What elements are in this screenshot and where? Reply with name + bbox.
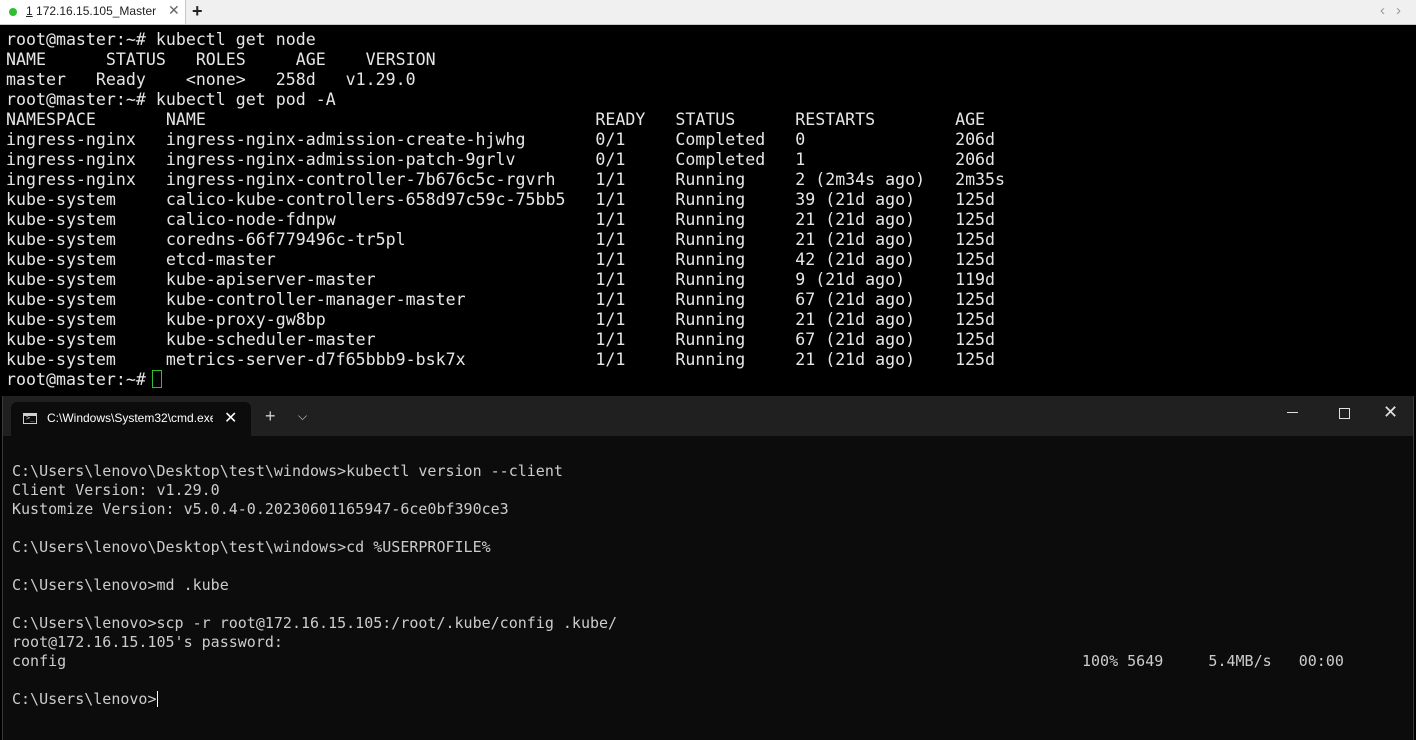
tab-label: 1 172.16.15.105_Master bbox=[26, 4, 157, 18]
terminal-line: Client Version: v1.29.0 bbox=[12, 481, 220, 499]
shell-prompt: C:\Users\lenovo> bbox=[12, 690, 157, 708]
terminal-line: root@master:~# kubectl get pod -A bbox=[6, 90, 336, 109]
terminal-line: C:\Users\lenovo>scp -r root@172.16.15.10… bbox=[12, 614, 618, 632]
connected-status-icon bbox=[9, 8, 17, 16]
cmd-terminal-output[interactable]: C:\Users\lenovo\Desktop\test\windows>kub… bbox=[3, 436, 1413, 740]
ssh-tab-bar: 1 172.16.15.105_Master ✕ + ‹ › bbox=[0, 0, 1416, 25]
terminal-line: kube-system calico-node-fdnpw 1/1 Runnin… bbox=[6, 210, 996, 229]
chevron-down-icon[interactable]: ⌵ bbox=[298, 409, 307, 424]
terminal-line: kube-system coredns-66f779496c-tr5pl 1/1… bbox=[6, 230, 996, 249]
terminal-line: root@172.16.15.105's password: bbox=[12, 633, 283, 651]
close-window-button[interactable]: ✕ bbox=[1383, 402, 1398, 423]
ssh-terminal-output[interactable]: root@master:~# kubectl get node NAME STA… bbox=[0, 25, 1416, 395]
console-icon: >_ bbox=[23, 413, 37, 424]
cmd-window: >_ C:\Windows\System32\cmd.exe ✕ + ⌵ ✕ C… bbox=[2, 396, 1414, 740]
terminal-line: NAME STATUS ROLES AGE VERSION bbox=[6, 50, 436, 69]
chevron-right-icon[interactable]: › bbox=[1396, 2, 1401, 19]
terminal-prompt-line[interactable]: C:\Users\lenovo> bbox=[12, 690, 158, 709]
terminal-cursor bbox=[156, 691, 158, 707]
terminal-cursor bbox=[151, 370, 162, 388]
tab-ssh-master[interactable]: 1 172.16.15.105_Master ✕ bbox=[0, 0, 186, 24]
terminal-line: C:\Users\lenovo>md .kube bbox=[12, 576, 229, 594]
terminal-line: ingress-nginx ingress-nginx-admission-pa… bbox=[6, 150, 996, 169]
chevron-left-icon[interactable]: ‹ bbox=[1380, 2, 1385, 19]
terminal-line: kube-system kube-proxy-gw8bp 1/1 Running… bbox=[6, 310, 996, 329]
scp-transfer-stats: 100% 5649 5.4MB/s 00:00 bbox=[1082, 652, 1344, 670]
terminal-line: kube-system etcd-master 1/1 Running 42 (… bbox=[6, 250, 996, 269]
terminal-prompt-line[interactable]: root@master:~# bbox=[6, 370, 162, 390]
tab-cmd[interactable]: >_ C:\Windows\System32\cmd.exe ✕ bbox=[11, 402, 251, 436]
maximize-button[interactable] bbox=[1339, 408, 1350, 419]
terminal-line: kube-system calico-kube-controllers-658d… bbox=[6, 190, 996, 209]
close-icon[interactable]: ✕ bbox=[168, 2, 180, 19]
terminal-line: ingress-nginx ingress-nginx-admission-cr… bbox=[6, 130, 996, 149]
shell-prompt: root@master:~# bbox=[6, 370, 146, 389]
terminal-line: kube-system kube-controller-manager-mast… bbox=[6, 290, 996, 309]
terminal-line: Kustomize Version: v5.0.4-0.202306011659… bbox=[12, 500, 509, 518]
cmd-title-bar[interactable]: >_ C:\Windows\System32\cmd.exe ✕ + ⌵ ✕ bbox=[3, 396, 1413, 436]
terminal-line: kube-system kube-apiserver-master 1/1 Ru… bbox=[6, 270, 996, 289]
terminal-line: config bbox=[12, 652, 67, 670]
tab-title: C:\Windows\System32\cmd.exe bbox=[47, 411, 213, 425]
new-tab-button[interactable]: + bbox=[265, 407, 276, 425]
terminal-line: C:\Users\lenovo\Desktop\test\windows>cd … bbox=[12, 538, 491, 556]
close-tab-icon[interactable]: ✕ bbox=[224, 408, 237, 428]
terminal-line: master Ready <none> 258d v1.29.0 bbox=[6, 70, 416, 89]
terminal-line: C:\Users\lenovo\Desktop\test\windows>kub… bbox=[12, 462, 563, 480]
add-tab-button[interactable]: + bbox=[192, 1, 203, 21]
terminal-line: kube-system metrics-server-d7f65bbb9-bsk… bbox=[6, 350, 996, 369]
terminal-line: root@master:~# kubectl get node bbox=[6, 30, 316, 49]
terminal-line: kube-system kube-scheduler-master 1/1 Ru… bbox=[6, 330, 996, 349]
terminal-line: NAMESPACE NAME READY STATUS RESTARTS AGE bbox=[6, 110, 986, 129]
minimize-button[interactable] bbox=[1287, 412, 1298, 413]
terminal-line: ingress-nginx ingress-nginx-controller-7… bbox=[6, 170, 1006, 189]
